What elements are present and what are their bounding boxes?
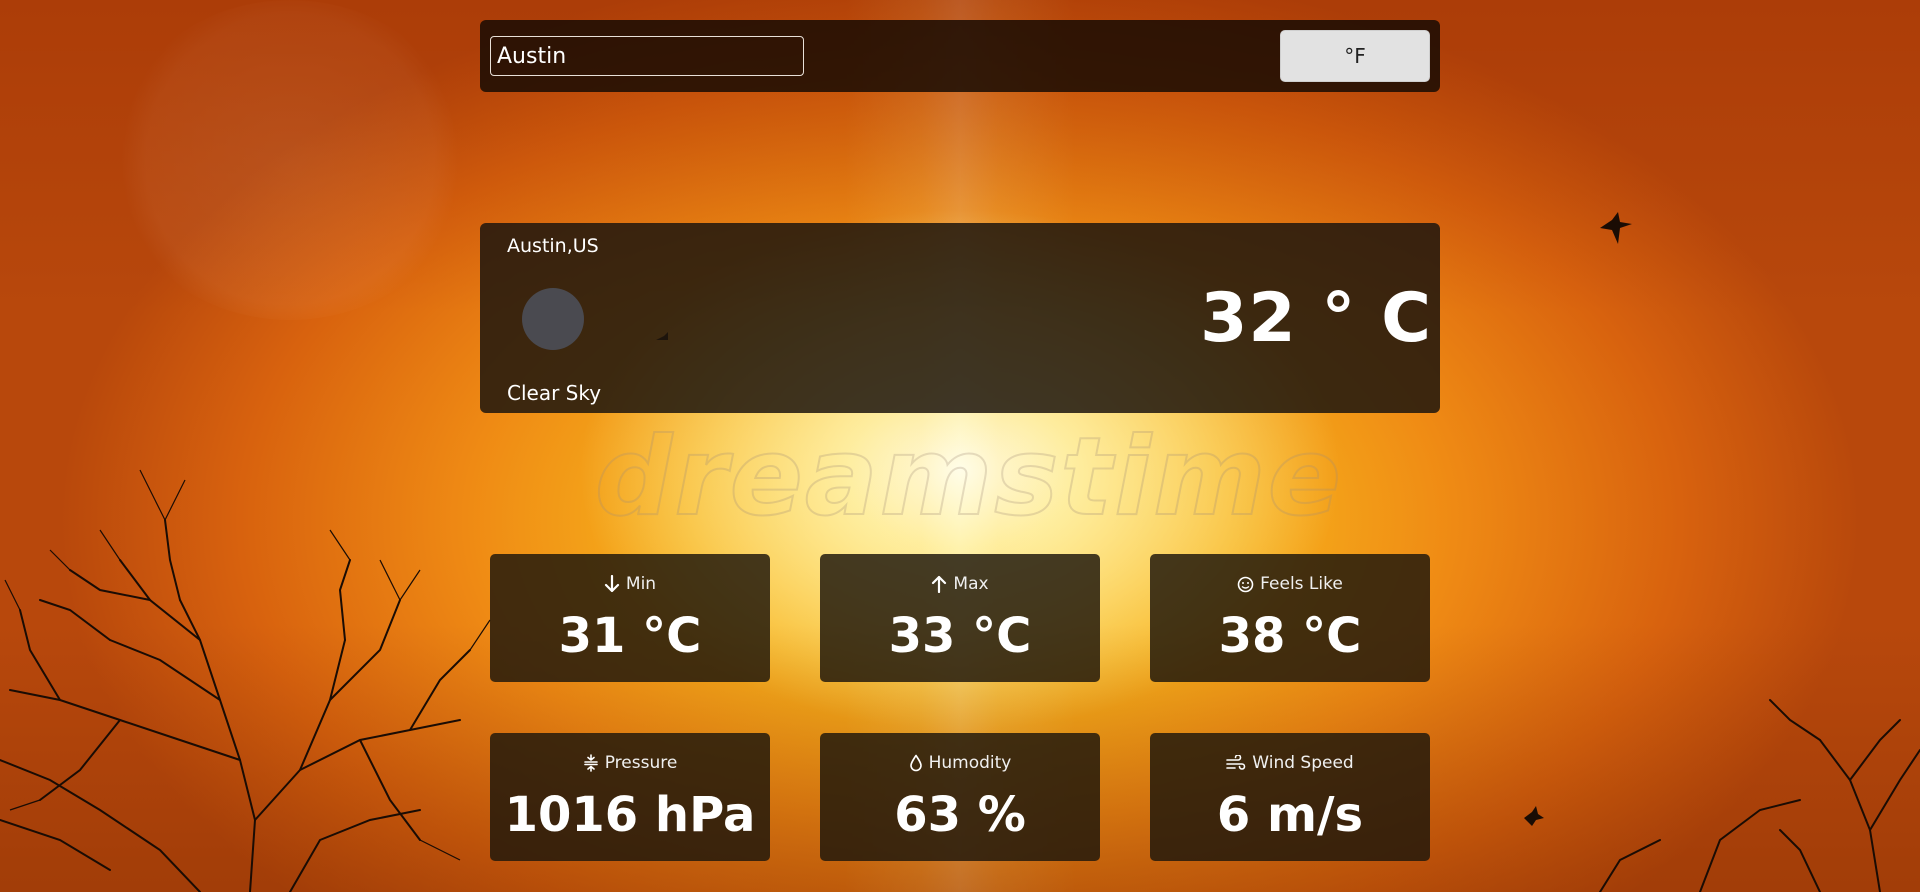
- search-bar: °F: [480, 20, 1440, 92]
- city-search-input[interactable]: [490, 36, 804, 76]
- humidity-header: Humodity: [820, 753, 1100, 773]
- droplet-icon: [909, 754, 922, 772]
- humidity-value: 63 %: [894, 787, 1026, 843]
- min-temp-value: 31 °C: [558, 608, 702, 664]
- condition-label: Clear Sky: [507, 381, 602, 405]
- unit-toggle-button[interactable]: °F: [1280, 30, 1430, 82]
- moon-glow: [110, 0, 470, 320]
- location-label: Austin,US: [507, 235, 599, 257]
- arrow-down-icon: [604, 575, 620, 593]
- wind-speed-value: 6 m/s: [1216, 787, 1364, 843]
- min-temp-card: Min 31 °C: [490, 554, 770, 682]
- smiley-icon: [1237, 576, 1254, 592]
- wind-speed-label: Wind Speed: [1252, 753, 1354, 773]
- max-temp-value: 33 °C: [888, 608, 1032, 664]
- feels-like-card: Feels Like 38 °C: [1150, 554, 1430, 682]
- humidity-label: Humodity: [928, 753, 1012, 773]
- pressure-value: 1016 hPa: [504, 787, 756, 843]
- current-weather-card: Austin,US Clear Sky 32 ° C: [480, 223, 1440, 413]
- wind-speed-card: Wind Speed 6 m/s: [1150, 733, 1430, 861]
- pressure-icon: [583, 754, 598, 772]
- pressure-label: Pressure: [604, 753, 678, 773]
- max-temp-card: Max 33 °C: [820, 554, 1100, 682]
- max-temp-header: Max: [820, 574, 1100, 594]
- weather-condition-icon: [522, 288, 584, 350]
- max-temp-label: Max: [953, 574, 989, 594]
- arrow-up-icon: [932, 575, 947, 593]
- humidity-card: Humodity 63 %: [820, 733, 1100, 861]
- pressure-card: Pressure 1016 hPa: [490, 733, 770, 861]
- current-temperature: 32 ° C: [1200, 279, 1432, 358]
- feels-like-header: Feels Like: [1150, 574, 1430, 594]
- watermark: dreamstime: [594, 414, 1343, 541]
- feels-like-value: 38 °C: [1218, 608, 1362, 664]
- min-temp-header: Min: [490, 574, 770, 594]
- feels-like-label: Feels Like: [1260, 574, 1343, 594]
- wind-speed-header: Wind Speed: [1150, 753, 1430, 773]
- min-temp-label: Min: [625, 574, 657, 594]
- wind-icon: [1226, 754, 1246, 770]
- pressure-header: Pressure: [490, 753, 770, 773]
